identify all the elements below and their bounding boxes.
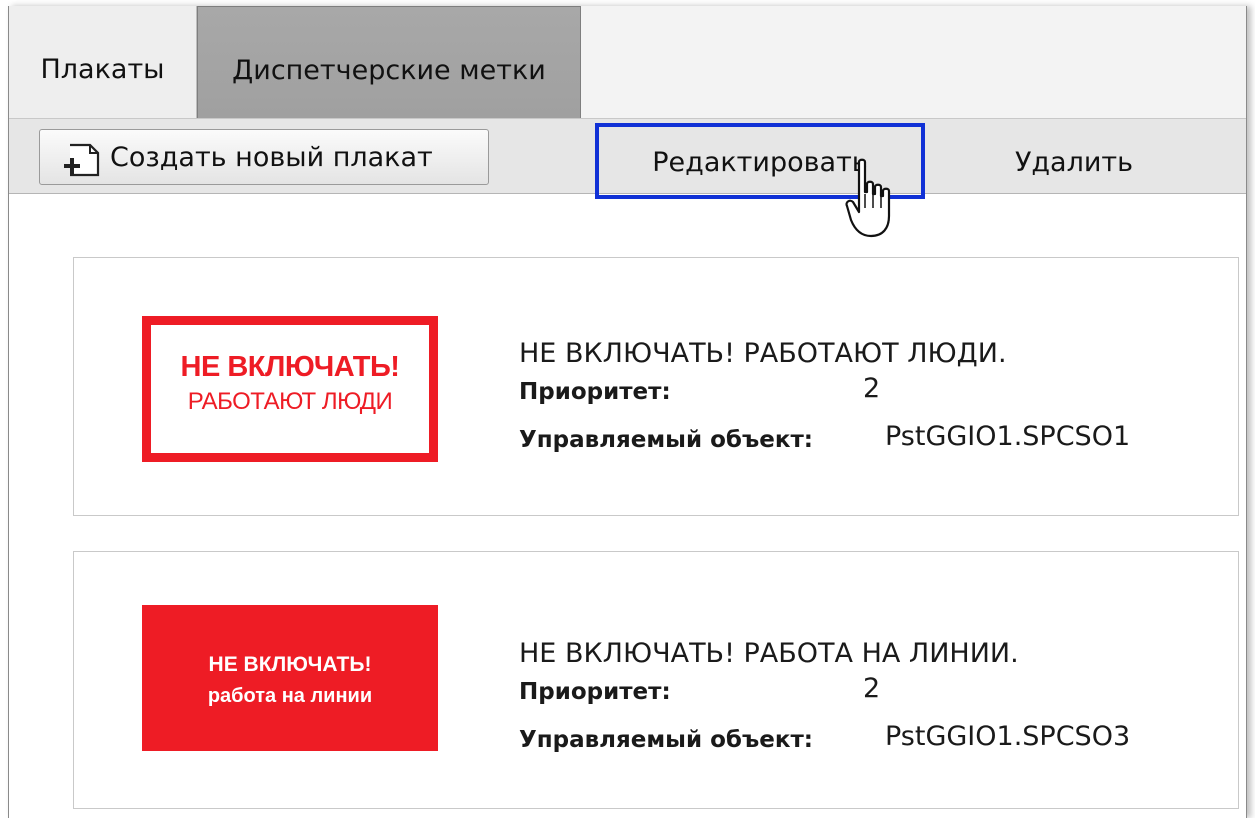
object-value: PstGGIO1.SPCSO3 <box>885 721 1131 752</box>
priority-label: Приоритет: <box>519 679 671 705</box>
priority-value: 2 <box>863 673 881 704</box>
create-poster-button[interactable]: Создать новый плакат <box>39 129 489 185</box>
poster-title: НЕ ВКЛЮЧАТЬ! РАБОТАЮТ ЛЮДИ. <box>519 338 1007 369</box>
poster-title: НЕ ВКЛЮЧАТЬ! РАБОТА НА ЛИНИИ. <box>519 638 1019 669</box>
toolbar: Создать новый плакат Редактировать Удали… <box>9 118 1246 199</box>
poster-card[interactable]: НЕ ВКЛЮЧАТЬ! работа на линии НЕ ВКЛЮЧАТЬ… <box>73 551 1239 809</box>
tab-dispatch-marks-label: Диспетчерские метки <box>232 55 546 86</box>
object-label: Управляемый объект: <box>519 427 813 453</box>
object-label: Управляемый объект: <box>519 727 813 753</box>
priority-value: 2 <box>863 373 881 404</box>
priority-row: Приоритет: 2 <box>519 673 1019 717</box>
hand-cursor-icon <box>845 158 891 238</box>
tab-dispatch-marks[interactable]: Диспетчерские метки <box>197 6 581 118</box>
tab-posters[interactable]: Плакаты <box>9 6 197 118</box>
poster-manager-window: Плакаты Диспетчерские метки Создать новы… <box>8 6 1247 818</box>
create-poster-label: Создать новый плакат <box>110 141 433 173</box>
delete-label: Удалить <box>1014 147 1134 178</box>
sign-line-2: работа на линии <box>207 685 373 707</box>
poster-card[interactable]: НЕ ВКЛЮЧАТЬ! РАБОТАЮТ ЛЮДИ НЕ ВКЛЮЧАТЬ! … <box>73 257 1239 516</box>
edit-label: Редактировать <box>652 147 868 178</box>
new-document-icon <box>64 143 100 177</box>
poster-info: НЕ ВКЛЮЧАТЬ! РАБОТАЮТ ЛЮДИ. Приоритет: 2… <box>519 338 1130 465</box>
object-row: Управляемый объект: PstGGIO1.SPCSO3 <box>519 721 1130 765</box>
object-value: PstGGIO1.SPCSO1 <box>885 421 1131 452</box>
sign-line-1: НЕ ВКЛЮЧАТЬ! <box>180 351 400 383</box>
delete-button[interactable]: Удалить <box>949 123 1199 191</box>
tab-posters-label: Плакаты <box>40 54 165 85</box>
priority-row: Приоритет: 2 <box>519 373 1007 417</box>
object-row: Управляемый объект: PstGGIO1.SPCSO1 <box>519 421 1130 465</box>
sign-line-2: РАБОТАЮТ ЛЮДИ <box>187 388 393 415</box>
priority-label: Приоритет: <box>519 379 671 405</box>
tab-bar: Плакаты Диспетчерские метки <box>9 6 1246 118</box>
poster-sign-image: НЕ ВКЛЮЧАТЬ! РАБОТАЮТ ЛЮДИ <box>142 316 438 462</box>
poster-sign-image: НЕ ВКЛЮЧАТЬ! работа на линии <box>142 605 438 751</box>
sign-line-1: НЕ ВКЛЮЧАТЬ! <box>208 653 372 676</box>
poster-info: НЕ ВКЛЮЧАТЬ! РАБОТА НА ЛИНИИ. Приоритет:… <box>519 638 1130 765</box>
